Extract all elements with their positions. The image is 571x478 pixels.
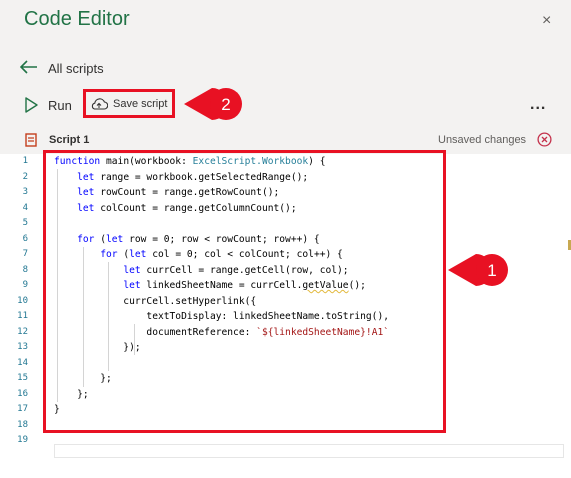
- line-number: 6: [22, 233, 28, 244]
- line-number: 18: [17, 419, 28, 430]
- line-number: 19: [17, 435, 28, 445]
- line-number: 16: [17, 388, 28, 399]
- close-circle-icon[interactable]: [537, 132, 552, 152]
- line-number: 9: [22, 280, 28, 290]
- line-number: 12: [17, 326, 28, 337]
- back-arrow-icon: [19, 58, 42, 79]
- line-number: 10: [17, 295, 28, 306]
- script-name: Script 1: [49, 134, 90, 146]
- line-number: 13: [17, 342, 28, 352]
- line-number: 2: [22, 171, 28, 182]
- line-number: 1: [22, 156, 28, 166]
- line-number: 7: [22, 249, 28, 259]
- run-label: Run: [48, 97, 72, 113]
- line-number: 11: [17, 311, 28, 321]
- callout-2: 2: [184, 88, 242, 120]
- callout-2-number: 2: [221, 95, 230, 114]
- script-file-icon: [25, 133, 37, 152]
- save-script-button[interactable]: Save script: [83, 89, 175, 118]
- cloud-save-icon: [90, 97, 108, 111]
- line-number: 5: [22, 218, 28, 228]
- line-number: 14: [17, 357, 28, 368]
- close-icon[interactable]: ×: [542, 12, 551, 30]
- line-number-gutter: 1 2 3 4 5 6 7 8 9 10 11 12 13 14 15 16 17 18 19: [0, 154, 34, 449]
- line-number: 3: [22, 187, 28, 197]
- line-number: 17: [17, 404, 28, 414]
- unsaved-status: Unsaved changes: [438, 134, 527, 146]
- code-highlight-box: [43, 150, 446, 433]
- all-scripts-link[interactable]: All scripts: [19, 58, 104, 79]
- line-number: 15: [17, 373, 28, 383]
- current-line-highlight: [54, 444, 564, 458]
- callout-1: 1: [448, 254, 508, 286]
- line-number: 4: [22, 202, 28, 213]
- page-title: Code Editor: [24, 8, 130, 30]
- play-icon: [24, 95, 42, 115]
- all-scripts-label: All scripts: [48, 61, 104, 76]
- callout-1-number: 1: [487, 261, 496, 280]
- line-number: 8: [22, 264, 28, 275]
- more-icon[interactable]: ...: [530, 96, 546, 114]
- save-script-label: Save script: [113, 97, 168, 110]
- run-button[interactable]: Run: [24, 95, 72, 115]
